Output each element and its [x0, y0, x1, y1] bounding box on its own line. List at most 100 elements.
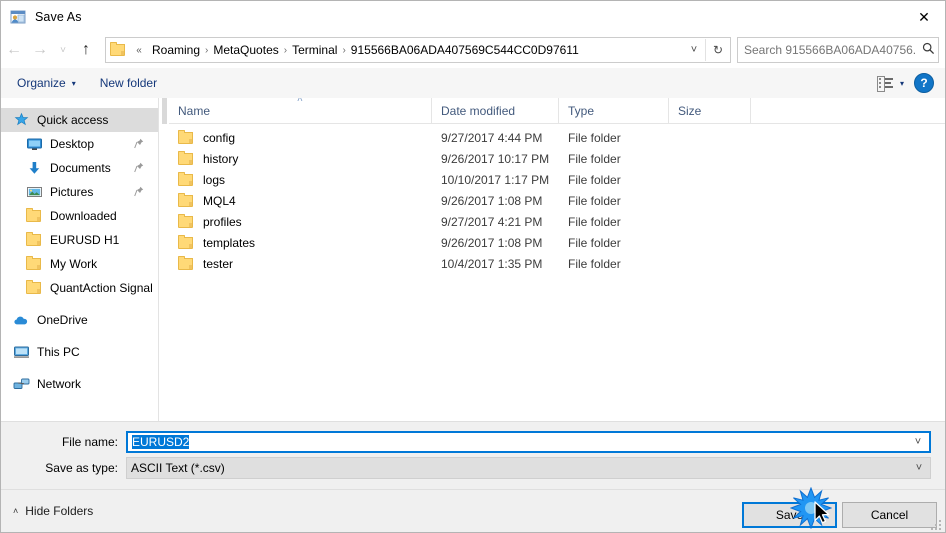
column-header-date-modified[interactable]: Date modified [432, 98, 559, 123]
hide-folders-label: Hide Folders [25, 504, 94, 518]
column-header-type[interactable]: Type [559, 98, 669, 123]
file-list: Name ˄ Date modified Type Size config 9/… [169, 98, 945, 421]
recent-locations-icon[interactable]: ˅ [53, 37, 73, 63]
chevron-down-icon: ▾ [899, 78, 904, 88]
new-folder-button[interactable]: New folder [92, 73, 165, 93]
sidebar-item-pictures[interactable]: Pictures [1, 180, 158, 204]
chevron-down-icon[interactable]: ˅ [907, 436, 929, 448]
search-input[interactable] [738, 42, 918, 58]
search-icon[interactable] [918, 42, 938, 58]
change-view-button[interactable]: ▾ [871, 73, 910, 93]
sidebar-item-label: Network [37, 377, 82, 391]
save-as-icon [10, 9, 26, 25]
file-name-cell: tester [169, 255, 432, 272]
breadcrumb-item-3[interactable]: 915566BA06ADA407569C544CC0D97611 [348, 43, 582, 57]
table-row[interactable]: templates 9/26/2017 1:08 PM File folder [169, 232, 945, 253]
address-folder-icon [110, 42, 126, 57]
chevron-up-icon: ˄ [13, 506, 19, 516]
pane-splitter[interactable] [159, 98, 169, 421]
sidebar-item-desktop[interactable]: Desktop [1, 132, 158, 156]
folder-icon [178, 150, 195, 167]
cloud-icon [13, 312, 30, 328]
table-row[interactable]: history 9/26/2017 10:17 PM File folder [169, 148, 945, 169]
table-row[interactable]: tester 10/4/2017 1:35 PM File folder [169, 253, 945, 274]
chevron-down-icon[interactable]: ˅ [908, 462, 930, 474]
breadcrumb-overflow-icon[interactable]: « [129, 45, 149, 56]
file-name-cell: MQL4 [169, 192, 432, 209]
hide-folders-button[interactable]: ˄ Hide Folders [13, 504, 93, 518]
file-name: config [203, 130, 236, 145]
file-name-cell: logs [169, 171, 432, 188]
sidebar-item-eurusd-h1[interactable]: EURUSD H1 [1, 228, 158, 252]
sidebar-item-label: Quick access [37, 113, 109, 127]
file-name-cell: profiles [169, 213, 432, 230]
pin-icon[interactable] [134, 162, 144, 173]
sidebar-item-quantaction-signal[interactable]: QuantAction Signal [1, 276, 158, 300]
file-name: profiles [203, 214, 242, 229]
sidebar-item-onedrive[interactable]: OneDrive [1, 308, 158, 332]
file-date: 10/4/2017 1:35 PM [441, 256, 543, 271]
address-dropdown-icon[interactable]: ˅ [683, 44, 705, 56]
sidebar-item-network[interactable]: Network [1, 372, 158, 396]
table-row[interactable]: profiles 9/27/2017 4:21 PM File folder [169, 211, 945, 232]
file-date: 9/26/2017 1:08 PM [441, 193, 543, 208]
table-row[interactable]: config 9/27/2017 4:44 PM File folder [169, 127, 945, 148]
breadcrumb-item-1[interactable]: MetaQuotes [210, 43, 281, 57]
sidebar-item-label: Downloaded [50, 209, 117, 223]
sidebar-item-label: QuantAction Signal [50, 281, 153, 295]
column-header-label: Name [178, 103, 211, 118]
sidebar-item-this-pc[interactable]: This PC [1, 340, 158, 364]
table-row[interactable]: logs 10/10/2017 1:17 PM File folder [169, 169, 945, 190]
navigation-pane: Quick access Desktop Documents Pictures … [1, 98, 159, 421]
file-name: history [203, 151, 239, 166]
file-date: 9/27/2017 4:44 PM [441, 130, 543, 145]
sidebar-item-label: Documents [50, 161, 111, 175]
save-button[interactable]: Save [742, 502, 837, 528]
column-header-label: Type [568, 103, 595, 118]
forward-icon[interactable]: → [27, 37, 53, 63]
sidebar-item-downloaded[interactable]: Downloaded [1, 204, 158, 228]
file-name-input[interactable]: EURUSD2 ˅ [126, 431, 931, 453]
main-content: Quick access Desktop Documents Pictures … [1, 98, 945, 421]
folder-icon [26, 280, 43, 296]
search-box[interactable] [737, 37, 939, 63]
resize-grip-icon[interactable] [931, 520, 943, 532]
file-name-label: File name: [61, 435, 118, 449]
file-name: tester [203, 256, 234, 271]
file-type: File folder [568, 235, 621, 250]
sidebar-item-label: EURUSD H1 [50, 233, 120, 247]
address-bar[interactable]: « Roaming › MetaQuotes › Terminal › 9155… [105, 37, 731, 63]
save-as-type-select[interactable]: ASCII Text (*.csv) ˅ [126, 457, 931, 479]
pin-icon[interactable] [134, 186, 144, 197]
sidebar-item-quick-access[interactable]: Quick access [1, 108, 158, 132]
refresh-icon[interactable]: ↻ [705, 39, 730, 61]
pin-icon[interactable] [134, 138, 144, 149]
up-icon[interactable]: ↑ [73, 37, 99, 63]
file-type: File folder [568, 214, 621, 229]
file-name-value: EURUSD2 [128, 435, 907, 449]
close-icon[interactable]: ✕ [901, 1, 945, 32]
help-button[interactable]: ? [914, 73, 934, 93]
column-header-label: Date modified [441, 103, 516, 118]
folder-icon [178, 234, 195, 251]
file-name-selected-text: EURUSD2 [132, 435, 190, 449]
sidebar-item-documents[interactable]: Documents [1, 156, 158, 180]
column-header-name[interactable]: Name ˄ [169, 98, 432, 123]
back-icon[interactable]: ← [1, 37, 27, 63]
folder-icon [178, 213, 195, 230]
column-headers: Name ˄ Date modified Type Size [169, 98, 945, 124]
table-row[interactable]: MQL4 9/26/2017 1:08 PM File folder [169, 190, 945, 211]
breadcrumb-item-0[interactable]: Roaming [149, 43, 203, 57]
column-header-size[interactable]: Size [669, 98, 751, 123]
cancel-button[interactable]: Cancel [842, 502, 937, 528]
breadcrumb-separator-icon: › [342, 44, 346, 56]
breadcrumb-item-2[interactable]: Terminal [289, 43, 340, 57]
sidebar-item-my-work[interactable]: My Work [1, 252, 158, 276]
new-folder-label: New folder [99, 76, 158, 90]
network-icon [13, 376, 30, 392]
organize-button[interactable]: Organize ▾ [9, 73, 84, 93]
command-toolbar: Organize ▾ New folder ▾ ? [1, 68, 945, 99]
folder-icon [178, 192, 195, 209]
